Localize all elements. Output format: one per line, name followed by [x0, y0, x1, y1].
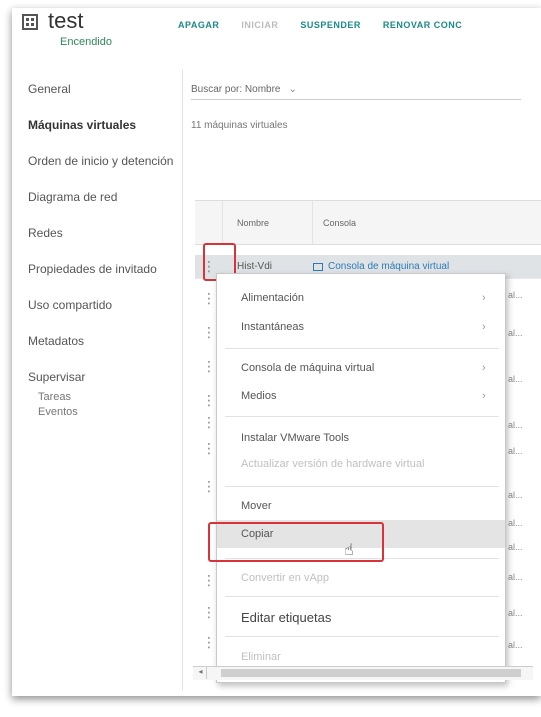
context-menu: Alimentación › Instantáneas › Consola de… — [216, 273, 506, 683]
hand-cursor-icon: ☝ — [344, 542, 354, 559]
menu-item-media[interactable]: Medios — [241, 390, 276, 402]
power-on-button[interactable]: INICIAR — [241, 20, 278, 30]
menu-separator — [225, 348, 499, 349]
sidebar-item-sharing[interactable]: Uso compartido — [28, 296, 178, 315]
row-actions-handle[interactable]: ⋮ — [202, 604, 216, 621]
truncated-cell: al... — [508, 420, 523, 430]
scroll-left-icon[interactable]: ◂ — [195, 667, 207, 679]
menu-item-move[interactable]: Mover — [241, 500, 272, 512]
truncated-cell: al... — [508, 328, 523, 338]
page-title: test — [48, 8, 84, 33]
menu-item-edit-tags[interactable]: Editar etiquetas — [241, 610, 331, 625]
sidebar-item-virtual-machines[interactable]: Máquinas virtuales — [28, 116, 178, 135]
sidebar-item-guest-properties[interactable]: Propiedades de invitado — [28, 260, 178, 279]
menu-separator — [225, 416, 499, 417]
sidebar-subitem-events[interactable]: Eventos — [38, 405, 178, 420]
menu-separator — [225, 596, 499, 597]
sidebar-item-networks[interactable]: Redes — [28, 224, 178, 243]
truncated-cell: al... — [508, 290, 523, 300]
truncated-cell: al... — [508, 374, 523, 384]
menu-separator — [225, 636, 499, 637]
row-actions-handle[interactable]: ⋮ — [202, 358, 216, 375]
power-off-button[interactable]: APAGAR — [178, 20, 219, 30]
sidebar-nav: General Máquinas virtuales Orden de inic… — [28, 80, 178, 420]
column-header-name[interactable]: Nombre — [223, 201, 313, 244]
menu-item-vm-console[interactable]: Consola de máquina virtual — [241, 362, 374, 374]
search-label: Buscar por: Nombre — [191, 84, 281, 95]
renew-lease-button[interactable]: RENOVAR CONC — [383, 20, 462, 30]
sidebar-item-general[interactable]: General — [28, 80, 178, 99]
sidebar-item-start-stop-order[interactable]: Orden de inicio y detención — [28, 152, 178, 171]
menu-item-install-vmware-tools[interactable]: Instalar VMware Tools — [241, 432, 349, 444]
sidebar-item-monitor[interactable]: Supervisar — [28, 368, 178, 387]
header-select-cell — [195, 201, 223, 244]
truncated-cell: al... — [508, 542, 523, 552]
sidebar-item-metadata[interactable]: Metadatos — [28, 332, 178, 351]
console-label: Consola de máquina virtual — [328, 261, 450, 272]
row-actions-handle[interactable]: ⋮ — [202, 392, 216, 409]
chevron-right-icon: › — [482, 362, 486, 374]
menu-item-power[interactable]: Alimentación — [241, 292, 304, 304]
row-actions-handle[interactable]: ⋮ — [202, 414, 216, 431]
menu-separator — [225, 486, 499, 487]
sidebar-item-network-diagram[interactable]: Diagrama de red — [28, 188, 178, 207]
chevron-right-icon: › — [482, 292, 486, 304]
scrollbar-thumb[interactable] — [221, 669, 521, 677]
vm-icon — [22, 14, 38, 30]
row-actions-handle[interactable]: ⋮ — [202, 634, 216, 651]
horizontal-scrollbar[interactable]: ◂ — [193, 666, 533, 680]
console-link[interactable]: Consola de máquina virtual — [313, 261, 449, 272]
menu-item-convert-to-vapp: Convertir en vApp — [241, 572, 330, 584]
truncated-cell: al... — [508, 518, 523, 528]
truncated-cell: al... — [508, 446, 523, 456]
truncated-cell: al... — [508, 490, 523, 500]
sidebar-subitem-tasks[interactable]: Tareas — [38, 390, 178, 405]
chevron-right-icon: › — [482, 390, 486, 402]
power-status: Encendido — [60, 36, 112, 48]
menu-item-delete: Eliminar — [241, 651, 281, 663]
row-actions-handle[interactable]: ⋮ — [202, 572, 216, 589]
chevron-down-icon: ⌄ — [288, 84, 297, 95]
row-actions-handle[interactable]: ⋮ — [202, 324, 216, 341]
console-icon — [313, 262, 323, 271]
menu-item-upgrade-hardware: Actualizar versión de hardware virtual — [241, 458, 425, 470]
vm-table: Nombre Consola ⋮ Hist-Vdi Consola de máq… — [195, 200, 541, 279]
search-filter[interactable]: Buscar por: Nombre ⌄ — [191, 84, 521, 100]
column-header-console[interactable]: Consola — [313, 218, 356, 228]
truncated-cell: al... — [508, 572, 523, 582]
suspend-button[interactable]: SUSPENDER — [300, 20, 361, 30]
menu-item-snapshots[interactable]: Instantáneas — [241, 321, 304, 333]
truncated-cell: al... — [508, 640, 523, 650]
chevron-right-icon: › — [482, 321, 486, 333]
vm-count: 11 máquinas virtuales — [191, 120, 288, 131]
truncated-cell: al... — [508, 608, 523, 618]
vm-name[interactable]: Hist-Vdi — [223, 261, 313, 272]
copy-item-highlight — [208, 522, 384, 562]
row-actions-handle[interactable]: ⋮ — [202, 440, 216, 457]
row-actions-handle[interactable]: ⋮ — [202, 478, 216, 495]
row-actions-handle[interactable]: ⋮ — [202, 290, 216, 307]
toolbar: APAGAR INICIAR SUSPENDER RENOVAR CONC — [178, 20, 462, 30]
table-header: Nombre Consola — [195, 201, 541, 245]
